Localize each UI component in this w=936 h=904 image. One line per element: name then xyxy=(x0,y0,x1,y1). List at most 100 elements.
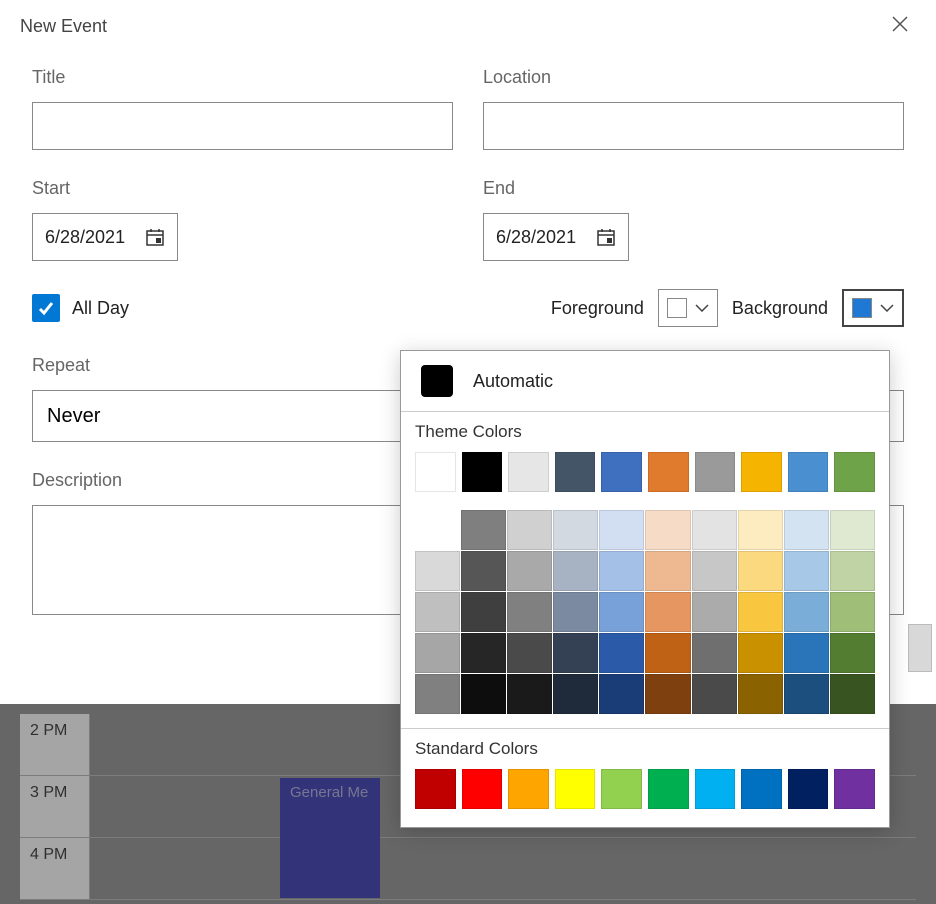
dialog-title: New Event xyxy=(20,16,107,37)
color-swatch[interactable] xyxy=(784,592,829,632)
color-swatch[interactable] xyxy=(553,633,598,673)
color-swatch[interactable] xyxy=(415,452,456,492)
color-swatch[interactable] xyxy=(462,769,503,809)
start-label: Start xyxy=(32,178,453,199)
color-swatch[interactable] xyxy=(507,510,552,550)
color-swatch[interactable] xyxy=(692,674,737,714)
color-swatch[interactable] xyxy=(462,452,503,492)
color-swatch[interactable] xyxy=(553,510,598,550)
color-swatch[interactable] xyxy=(692,510,737,550)
color-swatch[interactable] xyxy=(830,592,875,632)
standard-colors-label: Standard Colors xyxy=(401,729,889,759)
color-swatch[interactable] xyxy=(461,674,506,714)
color-swatch[interactable] xyxy=(415,674,460,714)
foreground-swatch xyxy=(667,298,687,318)
color-swatch[interactable] xyxy=(507,551,552,591)
color-swatch[interactable] xyxy=(788,452,829,492)
color-swatch[interactable] xyxy=(738,510,783,550)
theme-colors-label: Theme Colors xyxy=(401,412,889,442)
color-swatch[interactable] xyxy=(508,769,549,809)
color-swatch[interactable] xyxy=(741,769,782,809)
color-swatch[interactable] xyxy=(553,551,598,591)
color-swatch[interactable] xyxy=(645,592,690,632)
color-swatch[interactable] xyxy=(415,633,460,673)
color-swatch[interactable] xyxy=(555,452,596,492)
color-swatch[interactable] xyxy=(601,452,642,492)
color-swatch[interactable] xyxy=(830,510,875,550)
color-swatch[interactable] xyxy=(830,551,875,591)
color-swatch[interactable] xyxy=(834,769,875,809)
color-swatch[interactable] xyxy=(645,633,690,673)
all-day-checkbox[interactable]: All Day xyxy=(32,294,537,322)
chevron-down-icon xyxy=(695,304,709,312)
background-color-dropdown[interactable] xyxy=(842,289,904,327)
color-swatch[interactable] xyxy=(788,769,829,809)
close-icon xyxy=(891,15,909,33)
automatic-color-option[interactable]: Automatic xyxy=(401,351,889,412)
theme-color-row xyxy=(401,442,889,506)
repeat-value: Never xyxy=(47,405,100,428)
color-swatch[interactable] xyxy=(599,633,644,673)
color-swatch[interactable] xyxy=(553,674,598,714)
location-label: Location xyxy=(483,67,904,88)
color-swatch[interactable] xyxy=(599,510,644,550)
title-label: Title xyxy=(32,67,453,88)
color-swatch[interactable] xyxy=(645,551,690,591)
color-swatch[interactable] xyxy=(830,674,875,714)
color-swatch[interactable] xyxy=(599,674,644,714)
color-swatch[interactable] xyxy=(692,633,737,673)
color-swatch[interactable] xyxy=(461,592,506,632)
color-swatch[interactable] xyxy=(461,633,506,673)
scrollbar-thumb[interactable] xyxy=(908,624,932,672)
color-swatch[interactable] xyxy=(601,769,642,809)
background-label: Background xyxy=(732,298,828,319)
background-swatch xyxy=(852,298,872,318)
color-swatch[interactable] xyxy=(692,551,737,591)
color-swatch[interactable] xyxy=(648,769,689,809)
color-swatch[interactable] xyxy=(741,452,782,492)
all-day-label: All Day xyxy=(72,298,129,319)
color-swatch[interactable] xyxy=(461,510,506,550)
close-button[interactable] xyxy=(888,12,912,36)
color-swatch[interactable] xyxy=(555,769,596,809)
color-swatch[interactable] xyxy=(648,452,689,492)
color-swatch[interactable] xyxy=(507,633,552,673)
color-swatch[interactable] xyxy=(599,551,644,591)
color-swatch[interactable] xyxy=(461,551,506,591)
chevron-down-icon xyxy=(880,304,894,312)
color-swatch[interactable] xyxy=(784,510,829,550)
color-swatch[interactable] xyxy=(738,674,783,714)
color-swatch[interactable] xyxy=(738,551,783,591)
color-swatch[interactable] xyxy=(830,633,875,673)
end-date-value: 6/28/2021 xyxy=(496,227,576,248)
color-swatch[interactable] xyxy=(553,592,598,632)
color-swatch[interactable] xyxy=(834,452,875,492)
color-swatch[interactable] xyxy=(415,551,460,591)
color-swatch[interactable] xyxy=(738,592,783,632)
end-date-picker[interactable]: 6/28/2021 xyxy=(483,213,629,261)
color-swatch[interactable] xyxy=(695,452,736,492)
calendar-icon xyxy=(145,227,165,247)
start-date-picker[interactable]: 6/28/2021 xyxy=(32,213,178,261)
color-swatch[interactable] xyxy=(784,551,829,591)
color-swatch[interactable] xyxy=(415,769,456,809)
color-swatch[interactable] xyxy=(645,510,690,550)
color-swatch[interactable] xyxy=(599,592,644,632)
color-swatch[interactable] xyxy=(508,452,549,492)
title-input[interactable] xyxy=(32,102,453,150)
color-swatch[interactable] xyxy=(784,674,829,714)
color-picker-popup: Automatic Theme Colors Standard Colors xyxy=(400,350,890,828)
automatic-label: Automatic xyxy=(473,371,553,392)
color-swatch[interactable] xyxy=(507,592,552,632)
color-swatch[interactable] xyxy=(415,592,460,632)
location-input[interactable] xyxy=(483,102,904,150)
color-swatch[interactable] xyxy=(692,592,737,632)
calendar-icon xyxy=(596,227,616,247)
start-date-value: 6/28/2021 xyxy=(45,227,125,248)
color-swatch[interactable] xyxy=(738,633,783,673)
color-swatch[interactable] xyxy=(645,674,690,714)
foreground-color-dropdown[interactable] xyxy=(658,289,718,327)
color-swatch[interactable] xyxy=(784,633,829,673)
color-swatch[interactable] xyxy=(695,769,736,809)
color-swatch[interactable] xyxy=(507,674,552,714)
